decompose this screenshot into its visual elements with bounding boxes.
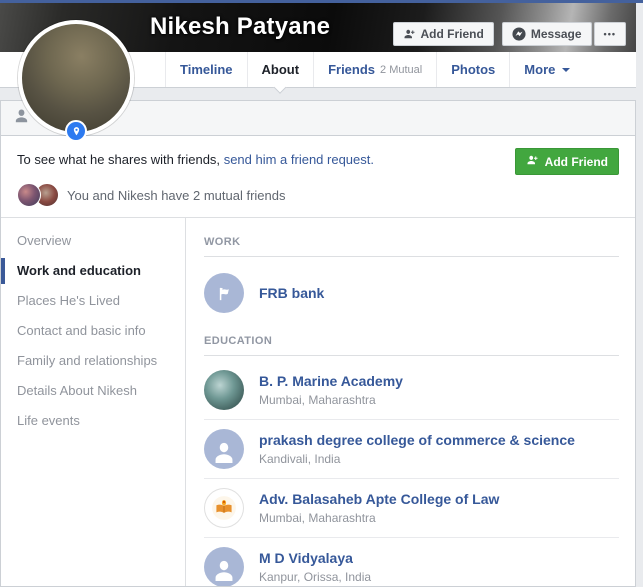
profile-picture[interactable] — [18, 20, 134, 136]
education-section-header: EDUCATION — [204, 323, 619, 356]
sidebar-item-overview[interactable]: Overview — [1, 226, 185, 256]
add-friend-green-button[interactable]: Add Friend — [515, 148, 619, 175]
sidebar-item-family-relationships[interactable]: Family and relationships — [1, 346, 185, 376]
school-photo-avatar[interactable] — [204, 370, 244, 410]
tab-more-label: More — [524, 62, 555, 77]
about-card: About To see what he shares with friends… — [0, 100, 636, 587]
sidebar-item-label: Places He's Lived — [17, 293, 120, 308]
sidebar-item-life-events[interactable]: Life events — [1, 406, 185, 436]
sidebar-item-label: Details About Nikesh — [17, 383, 137, 398]
cover-action-buttons: Add Friend Message ••• — [393, 22, 626, 46]
more-options-button[interactable]: ••• — [594, 22, 626, 46]
person-avatar[interactable] — [204, 429, 244, 469]
education-entry: B. P. Marine Academy Mumbai, Maharashtra — [204, 356, 619, 420]
about-sidebar: Overview Work and education Places He's … — [1, 218, 186, 586]
friend-request-text: To see what he shares with friends, send… — [17, 148, 374, 167]
add-friend-green-label: Add Friend — [545, 155, 608, 169]
message-label: Message — [531, 27, 582, 41]
sidebar-item-details-about[interactable]: Details About Nikesh — [1, 376, 185, 406]
tab-about[interactable]: About — [247, 52, 314, 87]
message-button[interactable]: Message — [502, 22, 592, 46]
sidebar-item-label: Life events — [17, 413, 80, 428]
add-friend-button[interactable]: Add Friend — [393, 22, 494, 46]
sidebar-item-label: Work and education — [17, 263, 141, 278]
education-entry-link[interactable]: prakash degree college of commerce & sci… — [259, 432, 575, 449]
education-entry: Adv. Balasaheb Apte College of Law Mumba… — [204, 479, 619, 538]
chevron-down-icon — [562, 68, 570, 72]
sidebar-item-contact-basic-info[interactable]: Contact and basic info — [1, 316, 185, 346]
education-entry-link[interactable]: B. P. Marine Academy — [259, 373, 403, 390]
add-friend-icon — [403, 28, 416, 40]
friend-request-banner: To see what he shares with friends, send… — [1, 136, 635, 218]
work-section-header: WORK — [204, 224, 619, 257]
profile-name: Nikesh Patyane — [150, 13, 330, 41]
friend-request-text-plain: To see what he shares with friends, — [17, 152, 220, 167]
mutual-friends-row: You and Nikesh have 2 mutual friends — [17, 183, 619, 207]
sidebar-item-label: Overview — [17, 233, 71, 248]
tab-friends-label: Friends — [328, 62, 375, 77]
messenger-icon — [512, 27, 526, 41]
tab-photos-label: Photos — [451, 62, 495, 77]
sidebar-item-work-education[interactable]: Work and education — [1, 256, 185, 286]
work-entry-link[interactable]: FRB bank — [259, 285, 324, 302]
profile-page: Nikesh Patyane Add Friend Message ••• — [0, 3, 636, 587]
send-friend-request-link[interactable]: send him a friend request. — [224, 152, 374, 167]
tab-photos[interactable]: Photos — [436, 52, 509, 87]
tab-timeline[interactable]: Timeline — [165, 52, 247, 87]
education-entry-location: Kandivali, India — [259, 452, 575, 466]
mutual-friends-badge: 2 Mutual — [380, 64, 422, 76]
profile-tab-bar: Timeline About Friends 2 Mutual Photos M… — [0, 52, 636, 88]
add-friend-label: Add Friend — [421, 27, 484, 41]
sidebar-item-places-lived[interactable]: Places He's Lived — [1, 286, 185, 316]
tab-friends[interactable]: Friends 2 Mutual — [313, 52, 436, 87]
ellipsis-icon: ••• — [604, 30, 616, 39]
education-entry-link[interactable]: Adv. Balasaheb Apte College of Law — [259, 491, 499, 508]
work-entry: FRB bank — [204, 257, 619, 323]
education-entry-link[interactable]: M D Vidyalaya — [259, 550, 371, 567]
sidebar-item-label: Family and relationships — [17, 353, 157, 368]
tab-more[interactable]: More — [509, 52, 584, 87]
tab-timeline-label: Timeline — [180, 62, 233, 77]
sidebar-item-label: Contact and basic info — [17, 323, 146, 338]
education-entry-location: Mumbai, Maharashtra — [259, 511, 499, 525]
education-entry-location: Kanpur, Orissa, India — [259, 570, 371, 584]
education-entry-location: Mumbai, Maharashtra — [259, 393, 403, 407]
add-friend-icon — [526, 154, 539, 169]
education-entry: prakash degree college of commerce & sci… — [204, 420, 619, 479]
location-pin-badge[interactable] — [65, 120, 87, 142]
education-entry: M D Vidyalaya Kanpur, Orissa, India — [204, 538, 619, 586]
person-avatar[interactable] — [204, 547, 244, 586]
flag-icon[interactable] — [204, 273, 244, 313]
active-indicator — [1, 258, 5, 284]
college-logo-avatar[interactable] — [204, 488, 244, 528]
tab-about-label: About — [262, 62, 300, 77]
pin-icon — [71, 126, 82, 137]
work-education-panel: WORK FRB bank EDUCATION B. P. Marine Aca… — [186, 218, 635, 586]
mutual-friends-text: You and Nikesh have 2 mutual friends — [67, 188, 286, 203]
mutual-friend-avatar[interactable] — [17, 183, 41, 207]
